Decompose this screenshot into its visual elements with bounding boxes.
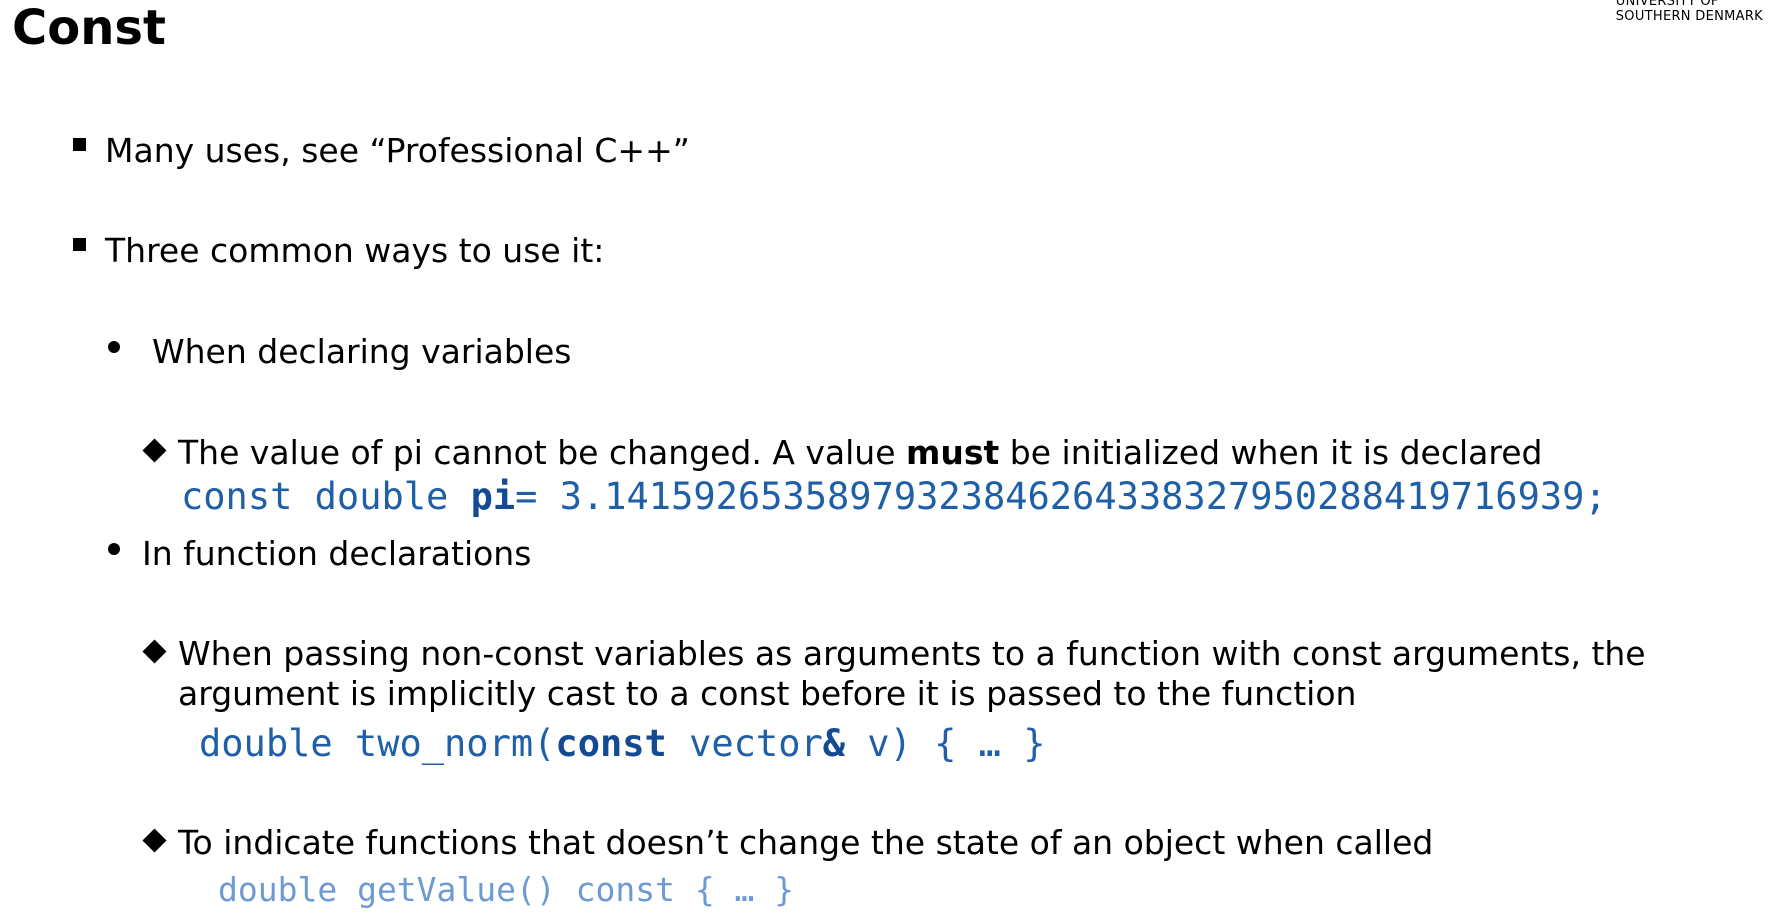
- bullet-function-declarations: In function declarations: [142, 534, 532, 573]
- bullet-implicit-cast-line1: When passing non-const variables as argu…: [178, 634, 1646, 673]
- bullet-implicit-cast-line2: argument is implicitly cast to a const b…: [178, 674, 1357, 713]
- code-pi-declaration: const double pi= 3.141592653589793238462…: [181, 475, 1607, 519]
- bullet-three-ways: Three common ways to use it:: [105, 231, 605, 270]
- bullet-const-member-functions: To indicate functions that doesn’t chang…: [178, 823, 1434, 862]
- bullet-many-uses: Many uses, see “Professional C++”: [105, 131, 690, 170]
- pi-text-pre: The value of pi cannot be changed. A val…: [178, 433, 907, 472]
- code-pi-value: = 3.141592653589793238462643383279502884…: [515, 475, 1607, 518]
- code-pi-name: pi: [470, 475, 516, 518]
- diamond-bullet-icon: [142, 828, 167, 853]
- logo-line-1: UNIVERSITY OF: [1615, 0, 1719, 9]
- square-bullet-icon: [73, 138, 86, 151]
- dot-bullet-icon: [108, 543, 120, 555]
- slide-title: Const: [12, 0, 166, 56]
- code-ampersand: &: [822, 722, 846, 765]
- pi-text-bold: must: [906, 433, 1000, 472]
- code-pi-keywords: const double: [181, 475, 471, 518]
- code-two-norm-post: v) { … }: [845, 722, 1046, 765]
- code-two-norm: double two_norm(const vector& v) { … }: [199, 722, 1046, 766]
- code-get-value: double getValue() const { … }: [218, 870, 795, 909]
- logo-line-2: SOUTHERN DENMARK: [1615, 9, 1763, 24]
- diamond-bullet-icon: [142, 438, 167, 463]
- code-two-norm-pre: double two_norm(: [199, 722, 556, 765]
- pi-text-post: be initialized when it is declared: [999, 433, 1543, 472]
- bullet-declaring-variables: When declaring variables: [152, 332, 572, 371]
- bullet-pi-explanation: The value of pi cannot be changed. A val…: [178, 433, 1542, 473]
- diamond-bullet-icon: [142, 639, 167, 664]
- dot-bullet-icon: [108, 341, 120, 353]
- square-bullet-icon: [73, 238, 86, 251]
- university-logo: UNIVERSITY OF SOUTHERN DENMARK: [1616, 0, 1763, 24]
- code-const-keyword: const: [555, 722, 667, 765]
- code-two-norm-type: vector: [666, 722, 823, 765]
